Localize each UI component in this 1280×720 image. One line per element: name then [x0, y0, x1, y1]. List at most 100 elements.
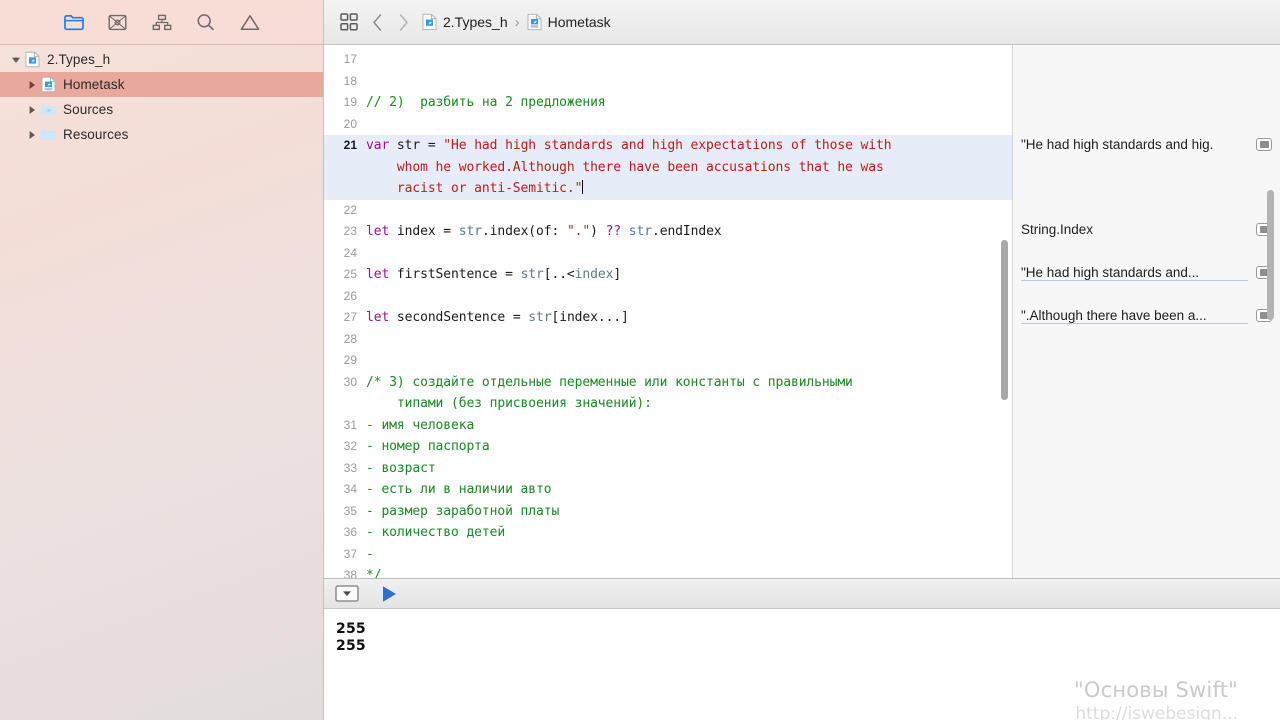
breadcrumb-separator-icon: › [514, 13, 520, 31]
forward-button[interactable] [390, 7, 416, 37]
watermark-title: "Основы Swift" [1073, 678, 1238, 702]
code-token: var [366, 138, 390, 153]
source-code-editor[interactable]: 17 18 19 // 2) разбить на 2 предложения 20 21… [324, 45, 1012, 578]
grid-icon[interactable] [334, 7, 364, 37]
code-line[interactable]: 23 let index = str.index(of: ".") ?? str.… [324, 221, 1012, 243]
code-token: secondSentence [389, 310, 513, 325]
folder-icon [40, 127, 57, 142]
code-token: = [505, 267, 521, 282]
disclosure-triangle-closed-icon[interactable] [24, 130, 40, 140]
console-output[interactable]: 255 255 "Основы Swift" http://iswebesign… [324, 609, 1280, 720]
folder-icon [40, 102, 57, 117]
code-token: ) [590, 224, 606, 239]
editor-vertical-scrollbar[interactable] [1001, 240, 1008, 400]
code-token: .endIndex [651, 224, 722, 239]
code-token: "He had high standards and high expectat… [443, 138, 892, 153]
code-text: - номер паспорта [366, 436, 1012, 458]
code-line[interactable]: 18 [324, 71, 1012, 93]
result-row[interactable]: ".Although there have been a... [1013, 305, 1280, 327]
result-value: "He had high standards and hig. [1021, 137, 1214, 153]
code-line-wrapped[interactable]: типами (без присвоения значений): [324, 393, 1012, 415]
console-line: 255 [336, 621, 366, 637]
result-row[interactable]: "He had high standards and... [1013, 262, 1280, 284]
project-navigator-icon[interactable] [63, 11, 85, 33]
find-navigator-icon[interactable] [195, 11, 217, 33]
code-line[interactable]: 32 - номер паспорта [324, 436, 1012, 458]
code-text: */ [366, 565, 1012, 578]
disclosure-triangle-icon[interactable] [334, 584, 360, 603]
code-token: str [528, 310, 552, 325]
result-value: ".Although there have been a... [1021, 308, 1248, 324]
console-line: 255 [336, 638, 366, 654]
line-number: 37 [343, 546, 357, 561]
code-line[interactable]: 19 // 2) разбить на 2 предложения [324, 92, 1012, 114]
issue-navigator-icon[interactable] [239, 11, 261, 33]
line-number: 31 [343, 417, 357, 432]
code-line[interactable]: 25 let firstSentence = str[..<index] [324, 264, 1012, 286]
code-token: типами (без присвоения значений): [366, 396, 652, 411]
code-token: racist or anti-Semitic." [366, 181, 583, 196]
disclosure-triangle-closed-icon[interactable] [24, 80, 40, 90]
code-token: "." [566, 224, 591, 239]
line-number: 19 [343, 95, 357, 109]
breadcrumb-item-playground[interactable]: 2.Types_h [422, 13, 508, 31]
disclosure-triangle-open-icon[interactable] [8, 55, 24, 65]
play-icon[interactable] [376, 584, 402, 603]
tree-item-label: Hometask [63, 77, 125, 92]
line-number: 28 [343, 331, 357, 346]
line-number: 36 [343, 525, 357, 539]
line-number: 23 [343, 224, 357, 238]
code-line-wrapped[interactable]: racist or anti-Semitic." [324, 178, 1012, 200]
code-text: whom he worked.Although there have been … [366, 157, 1012, 179]
code-line[interactable]: 34 - есть ли в наличии авто [324, 479, 1012, 501]
code-line[interactable]: 35 - размер заработной платы [324, 501, 1012, 523]
code-token: index [389, 224, 444, 239]
breadcrumb-label: Hometask [547, 14, 611, 30]
code-line[interactable]: 30 /* 3) создайте отдельные переменные ил… [324, 372, 1012, 394]
code-token: [index...] [551, 310, 629, 325]
code-token: /* 3) создайте отдельные переменные или … [366, 374, 853, 390]
navigator-toolbar [0, 0, 323, 45]
results-vertical-scrollbar[interactable] [1267, 190, 1274, 320]
code-text: // 2) разбить на 2 предложения [366, 92, 1012, 114]
tree-item-sources[interactable]: Sources [0, 97, 323, 122]
tree-item-hometask[interactable]: Hometask [0, 72, 323, 97]
code-token: - [366, 546, 374, 562]
breadcrumb-item-page[interactable]: Hometask [527, 13, 611, 31]
code-token: - имя человека [366, 417, 475, 433]
tree-item-2-types-h[interactable]: 2.Types_h [0, 47, 323, 72]
code-text: - возраст [366, 458, 1012, 480]
code-token: ?? [605, 224, 622, 239]
code-line[interactable]: 17 [324, 49, 1012, 71]
code-line[interactable]: 28 [324, 329, 1012, 351]
line-number: 38 [343, 568, 357, 578]
breadcrumb-label: 2.Types_h [443, 14, 508, 30]
code-line[interactable]: 22 [324, 200, 1012, 222]
line-number: 17 [343, 52, 357, 66]
code-line[interactable]: 38 */ [324, 565, 1012, 578]
code-line[interactable]: 20 [324, 114, 1012, 136]
code-line[interactable]: 29 [324, 350, 1012, 372]
symbol-navigator-icon[interactable] [151, 11, 173, 33]
result-value: "He had high standards and... [1021, 265, 1248, 281]
code-line[interactable]: 36 - количество детей [324, 522, 1012, 544]
code-line[interactable]: 31 - имя человека [324, 415, 1012, 437]
quick-look-button[interactable] [1256, 138, 1272, 152]
editor-area: 2.Types_h › Hometask 17 18 19 // 2) разб… [324, 0, 1280, 720]
code-line[interactable]: 21 var str = "He had high standards and h… [324, 135, 1012, 157]
code-line[interactable]: 27 let secondSentence = str[index...] [324, 307, 1012, 329]
line-number: 34 [343, 482, 357, 496]
result-row[interactable]: "He had high standards and hig. [1013, 134, 1280, 156]
code-text: var str = "He had high standards and hig… [366, 135, 1012, 157]
result-row[interactable]: String.Index [1013, 219, 1280, 241]
disclosure-triangle-closed-icon[interactable] [24, 105, 40, 115]
back-button[interactable] [364, 7, 390, 37]
code-line[interactable]: 24 [324, 243, 1012, 265]
code-line[interactable]: 33 - возраст [324, 458, 1012, 480]
code-line[interactable]: 37- [324, 544, 1012, 566]
source-control-navigator-icon[interactable] [107, 11, 129, 33]
tree-item-resources[interactable]: Resources [0, 122, 323, 147]
code-token: = [443, 224, 459, 239]
code-line[interactable]: 26 [324, 286, 1012, 308]
code-line-wrapped[interactable]: whom he worked.Although there have been … [324, 156, 1012, 179]
